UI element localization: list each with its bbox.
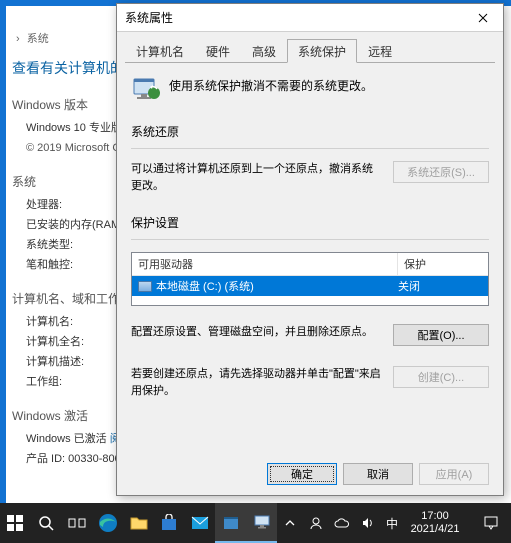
- ok-button[interactable]: 确定: [267, 463, 337, 485]
- taskbar-app-system-properties[interactable]: [246, 503, 277, 543]
- drive-icon: [138, 281, 152, 292]
- configure-button[interactable]: 配置(O)...: [393, 324, 489, 346]
- clock-time: 17:00: [403, 510, 467, 523]
- task-view-button[interactable]: [62, 503, 93, 543]
- system-restore-button[interactable]: 系统还原(S)...: [393, 161, 489, 183]
- tab-advanced[interactable]: 高级: [241, 39, 287, 63]
- settings-icon: [222, 513, 240, 531]
- dialog-title: 系统属性: [117, 9, 463, 26]
- tray-onedrive[interactable]: [329, 503, 355, 543]
- folder-icon: [130, 515, 148, 531]
- taskbar-app-edge[interactable]: [92, 503, 123, 543]
- taskbar-app-mail[interactable]: [185, 503, 216, 543]
- intro-text: 使用系统保护撤消不需要的系统更改。: [169, 73, 373, 94]
- drive-list[interactable]: 可用驱动器 保护 本地磁盘 (C:) (系统) 关闭: [131, 252, 489, 306]
- protect-title: 保护设置: [131, 214, 489, 231]
- taskbar-app-settings[interactable]: [215, 503, 246, 543]
- titlebar[interactable]: 系统属性: [117, 4, 503, 32]
- task-view-icon: [68, 516, 86, 530]
- col-protect[interactable]: 保护: [398, 253, 488, 275]
- drive-row[interactable]: 本地磁盘 (C:) (系统) 关闭: [132, 276, 488, 296]
- mail-icon: [191, 516, 209, 530]
- close-icon: [478, 13, 488, 23]
- search-button[interactable]: [31, 503, 62, 543]
- volume-icon: [361, 516, 375, 530]
- protection-icon: [131, 73, 161, 103]
- col-drive[interactable]: 可用驱动器: [132, 253, 398, 275]
- search-icon: [38, 515, 54, 531]
- taskbar-app-store[interactable]: [154, 503, 185, 543]
- tab-row: 计算机名 硬件 高级 系统保护 远程: [125, 38, 495, 63]
- taskbar[interactable]: 中 17:00 2021/4/21: [0, 503, 511, 543]
- tab-hardware[interactable]: 硬件: [195, 39, 241, 63]
- system-properties-dialog: 系统属性 计算机名 硬件 高级 系统保护 远程: [116, 3, 504, 496]
- chevron-up-icon: [285, 518, 295, 528]
- tab-system-protection[interactable]: 系统保护: [287, 39, 357, 63]
- cancel-button[interactable]: 取消: [343, 463, 413, 485]
- edge-icon: [98, 513, 118, 533]
- tray-ime[interactable]: 中: [381, 503, 403, 543]
- restore-title: 系统还原: [131, 123, 489, 140]
- close-button[interactable]: [463, 4, 503, 31]
- create-button[interactable]: 创建(C)...: [393, 366, 489, 388]
- restore-desc: 可以通过将计算机还原到上一个还原点，撤消系统更改。: [131, 161, 383, 194]
- tray-people[interactable]: [303, 503, 329, 543]
- action-center[interactable]: [471, 503, 511, 543]
- configure-desc: 配置还原设置、管理磁盘空间，并且删除还原点。: [131, 324, 383, 341]
- drive-state: 关闭: [398, 278, 482, 294]
- tab-remote[interactable]: 远程: [357, 39, 403, 63]
- drive-name: 本地磁盘 (C:) (系统): [156, 278, 254, 294]
- tray-overflow[interactable]: [277, 503, 303, 543]
- start-button[interactable]: [0, 503, 31, 543]
- cloud-icon: [334, 517, 350, 529]
- system-tray: 中 17:00 2021/4/21: [277, 503, 511, 543]
- tray-volume[interactable]: [355, 503, 381, 543]
- computer-icon: [253, 513, 271, 531]
- clock-date: 2021/4/21: [403, 523, 467, 536]
- tab-computer-name[interactable]: 计算机名: [125, 39, 195, 63]
- apply-button[interactable]: 应用(A): [419, 463, 489, 485]
- store-icon: [160, 514, 178, 532]
- notification-icon: [483, 515, 499, 531]
- windows-icon: [7, 515, 23, 531]
- taskbar-app-explorer[interactable]: [123, 503, 154, 543]
- people-icon: [309, 516, 323, 530]
- taskbar-clock[interactable]: 17:00 2021/4/21: [403, 510, 471, 536]
- create-desc: 若要创建还原点，请先选择驱动器并单击"配置"来启用保护。: [131, 366, 383, 399]
